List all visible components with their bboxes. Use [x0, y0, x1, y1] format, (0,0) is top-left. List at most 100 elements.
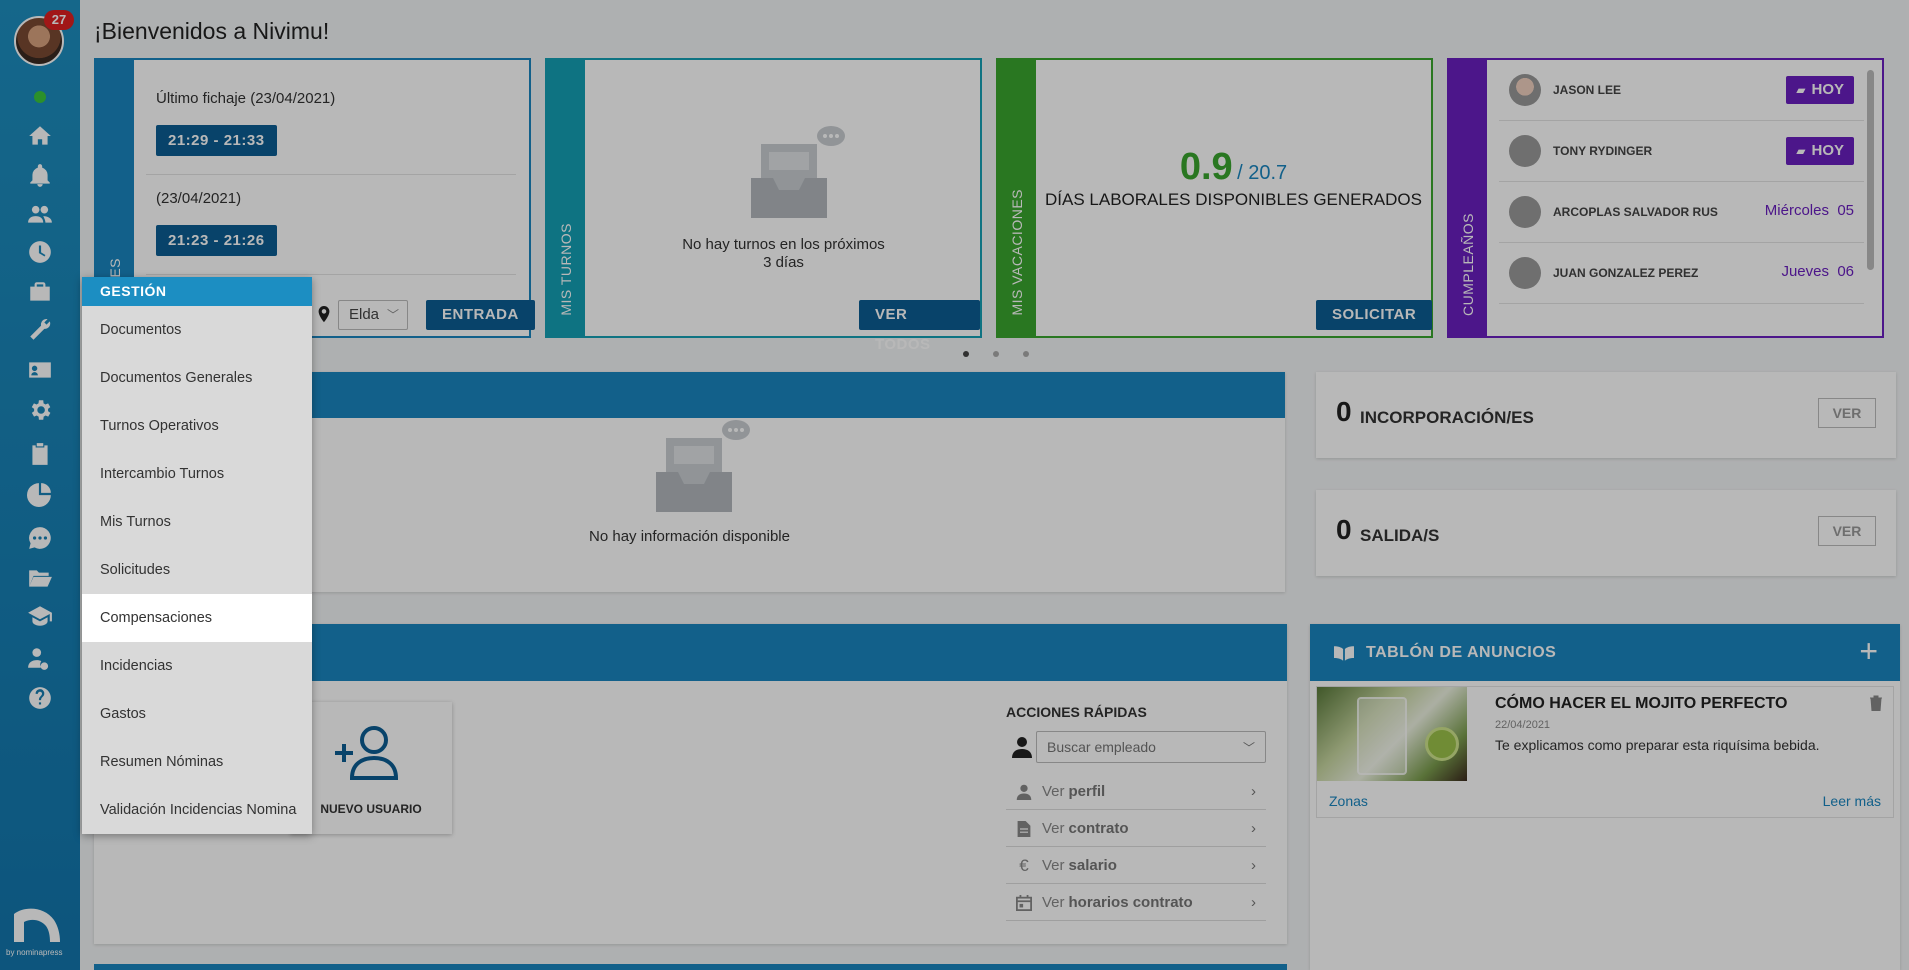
- zonas-link[interactable]: Zonas: [1329, 793, 1368, 809]
- menu-item-intercambio-turnos[interactable]: Intercambio Turnos: [82, 450, 312, 498]
- birthday-row[interactable]: JASON LEE ▰ HOY: [1499, 60, 1864, 121]
- cumpleanos-card: CUMPLEAÑOS JASON LEE ▰ HOY TONY RYDINGER …: [1447, 58, 1884, 338]
- birthday-date: Miércoles 05: [1765, 202, 1854, 219]
- user-icon: [1012, 737, 1032, 758]
- birthday-row[interactable]: TONY RYDINGER ▰ HOY: [1499, 121, 1864, 182]
- trash-icon[interactable]: [1869, 695, 1883, 711]
- turnos-strip-label: MIS TURNOS: [558, 223, 574, 316]
- birthday-date: Jueves 06: [1781, 263, 1854, 280]
- gestion-menu: GESTIÓN Documentos Documentos Generales …: [82, 277, 312, 834]
- badge-label: HOY: [1811, 81, 1844, 98]
- chevron-right-icon: ›: [1251, 820, 1256, 837]
- avatar: [1509, 196, 1541, 228]
- new-user-tile[interactable]: NUEVO USUARIO: [290, 702, 452, 834]
- divider: [146, 274, 516, 275]
- next-panel-edge: [94, 964, 1287, 970]
- menu-item-incidencias[interactable]: Incidencias: [82, 642, 312, 690]
- users-icon[interactable]: [24, 198, 56, 230]
- quick-action-contract[interactable]: Ver contrato ›: [1006, 811, 1266, 847]
- gear-icon[interactable]: [24, 394, 56, 426]
- menu-item-resumen-nominas[interactable]: Resumen Nóminas: [82, 738, 312, 786]
- badge-label: HOY: [1811, 142, 1844, 159]
- employee-search-select[interactable]: ﹀: [1036, 731, 1266, 763]
- id-card-icon[interactable]: [24, 354, 56, 386]
- location-select[interactable]: Elda ﹀: [338, 300, 408, 330]
- chat-icon[interactable]: [24, 522, 56, 554]
- menu-item-mis-turnos[interactable]: Mis Turnos: [82, 498, 312, 546]
- home-icon[interactable]: [24, 120, 56, 152]
- birthday-day: Miércoles: [1764, 202, 1829, 219]
- location-pin-icon: [318, 306, 330, 323]
- action-target: horarios contrato: [1068, 894, 1193, 911]
- page-title: ¡Bienvenidos a Nivimu!: [94, 18, 330, 44]
- leer-mas-link[interactable]: Leer más: [1823, 793, 1881, 809]
- add-announcement-icon[interactable]: +: [1859, 634, 1878, 668]
- scrollbar[interactable]: [1867, 70, 1874, 270]
- birthday-row[interactable]: ARCOPLAS SALVADOR RUS Miércoles 05: [1499, 182, 1864, 243]
- menu-item-documentos[interactable]: Documentos: [82, 306, 312, 354]
- quick-actions-title: ACCIONES RÁPIDAS: [1006, 704, 1147, 720]
- menu-item-compensaciones[interactable]: Compensaciones: [82, 594, 312, 642]
- user-money-icon[interactable]: [24, 642, 56, 674]
- euro-icon: €: [1019, 855, 1029, 875]
- menu-item-gastos[interactable]: Gastos: [82, 690, 312, 738]
- birthday-row[interactable]: JUAN GONZALEZ PEREZ Jueves 06: [1499, 243, 1864, 304]
- employee-search-input[interactable]: [1037, 732, 1227, 762]
- quick-action-schedule[interactable]: Ver horarios contrato ›: [1006, 885, 1266, 921]
- clipboard-icon[interactable]: [24, 438, 56, 470]
- ver-todos-button[interactable]: VER TODOS: [859, 300, 980, 353]
- briefcase-icon[interactable]: [24, 276, 56, 308]
- gestion-menu-header: GESTIÓN: [82, 277, 312, 306]
- bell-icon[interactable]: [24, 160, 56, 192]
- action-prefix: Ver: [1042, 894, 1065, 911]
- folder-open-icon[interactable]: [24, 562, 56, 594]
- pie-chart-icon[interactable]: [24, 478, 56, 510]
- announcement-card[interactable]: CÓMO HACER EL MOJITO PERFECTO 22/04/2021…: [1316, 686, 1894, 818]
- turnos-empty-line2: 3 días: [763, 254, 804, 271]
- vacaciones-strip-label: MIS VACACIONES: [1009, 189, 1025, 316]
- avatar: [1509, 257, 1541, 289]
- birthday-name: JUAN GONZALEZ PEREZ: [1553, 266, 1699, 280]
- menu-item-solicitudes[interactable]: Solicitudes: [82, 546, 312, 594]
- sidebar: 27 by nominapress: [0, 0, 80, 970]
- menu-item-turnos-operativos[interactable]: Turnos Operativos: [82, 402, 312, 450]
- action-prefix: Ver: [1042, 783, 1065, 800]
- mojito-image: [1317, 687, 1467, 781]
- graduation-cap-icon[interactable]: [24, 600, 56, 632]
- menu-item-documentos-generales[interactable]: Documentos Generales: [82, 354, 312, 402]
- book-open-icon: [1334, 646, 1354, 661]
- clock-icon[interactable]: [24, 236, 56, 268]
- turnos-strip: MIS TURNOS: [547, 60, 585, 336]
- cake-icon: ▰: [1796, 144, 1806, 158]
- carousel-dot[interactable]: [1023, 351, 1029, 357]
- incorporaciones-label: INCORPORACIÓN/ES: [1360, 408, 1534, 427]
- help-icon[interactable]: [24, 682, 56, 714]
- action-prefix: Ver: [1042, 857, 1065, 874]
- entrada-button[interactable]: ENTRADA: [426, 300, 535, 330]
- brand-caption: by nominapress: [6, 948, 63, 957]
- quick-action-profile[interactable]: Ver perfil ›: [1006, 774, 1266, 810]
- mis-vacaciones-card: MIS VACACIONES 0.9 / 20.7 DÍAS LABORALES…: [996, 58, 1433, 338]
- vacaciones-caption: DÍAS LABORALES DISPONIBLES GENERADOS: [1045, 190, 1422, 209]
- prev-fichaje-label: (23/04/2021): [156, 190, 242, 207]
- birthday-day: Jueves: [1781, 263, 1829, 280]
- action-target: perfil: [1068, 783, 1106, 800]
- vacaciones-available: 0.9: [1179, 146, 1233, 188]
- ver-incorporaciones-button[interactable]: VER: [1818, 398, 1876, 428]
- incorporaciones-count: 0: [1336, 396, 1352, 427]
- main-content: ¡Bienvenidos a Nivimu! CHAJES Último fic…: [80, 0, 1909, 970]
- ver-salidas-button[interactable]: VER: [1818, 516, 1876, 546]
- solicitar-button[interactable]: SOLICITAR: [1316, 300, 1433, 330]
- cumpleanos-strip: CUMPLEAÑOS: [1449, 60, 1487, 336]
- menu-item-validacion-incidencias[interactable]: Validación Incidencias Nomina: [82, 786, 312, 834]
- birthday-name: TONY RYDINGER: [1553, 144, 1653, 158]
- tools-icon[interactable]: [24, 314, 56, 346]
- birthday-name: JASON LEE: [1553, 83, 1622, 97]
- quick-action-salary[interactable]: € Ver salario ›: [1006, 848, 1266, 884]
- salidas-count: 0: [1336, 514, 1352, 545]
- location-select-value: Elda: [349, 306, 380, 323]
- carousel-dot-active[interactable]: [963, 351, 969, 357]
- tablon-title: TABLÓN DE ANUNCIOS: [1366, 644, 1557, 661]
- carousel-dot[interactable]: [993, 351, 999, 357]
- divider: [146, 174, 516, 175]
